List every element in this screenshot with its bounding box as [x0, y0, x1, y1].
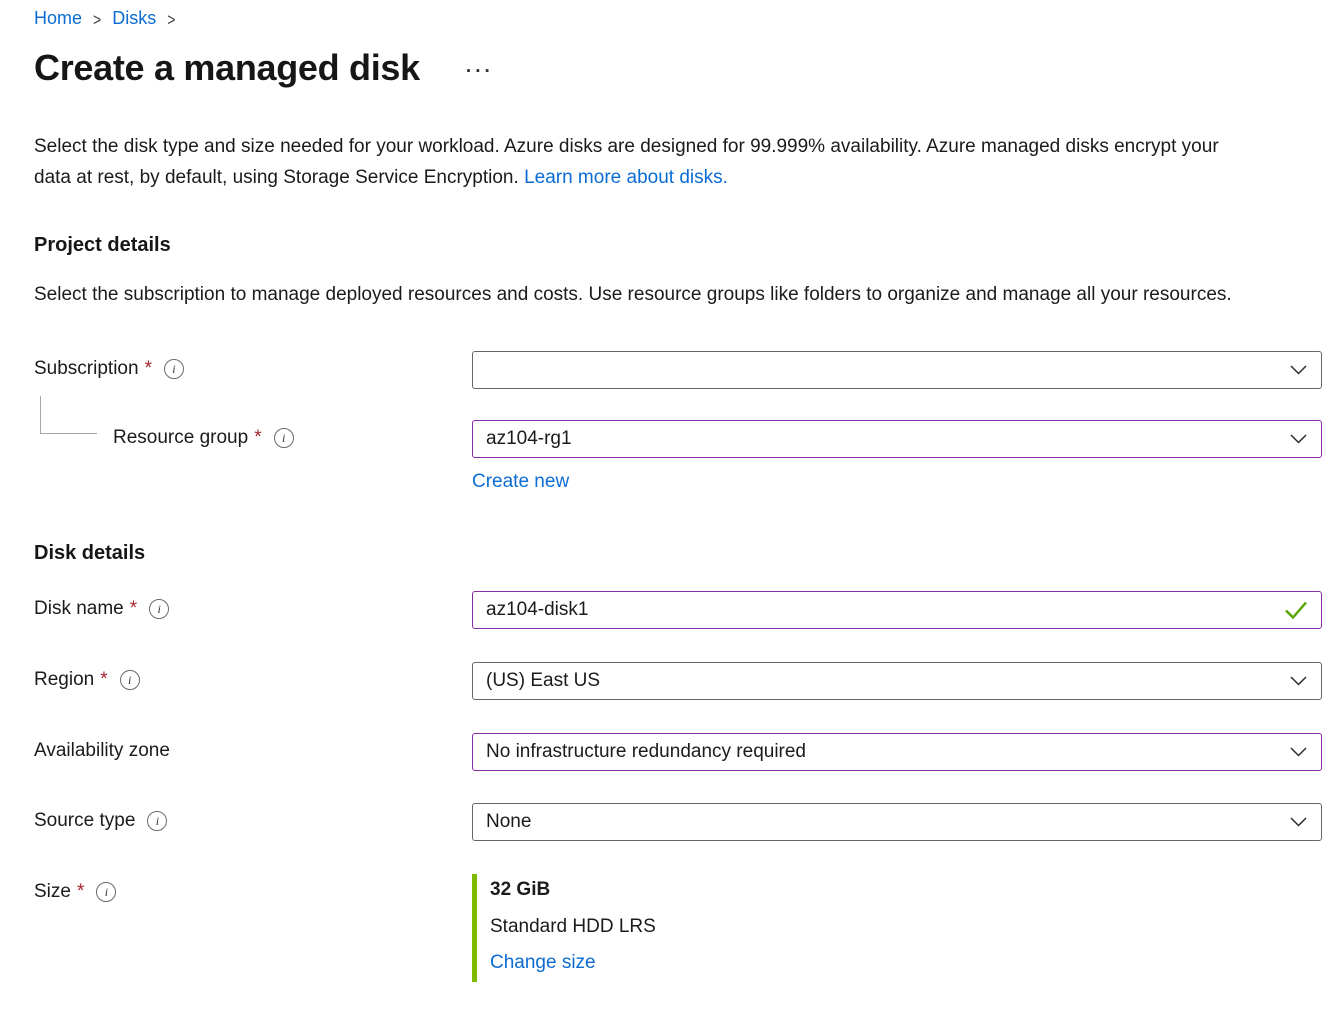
- disk-name-input-value: az104-disk1: [486, 599, 588, 621]
- page-description: Select the disk type and size needed for…: [34, 131, 1249, 193]
- chevron-down-icon: [1290, 365, 1307, 375]
- project-details-heading: Project details: [34, 234, 1322, 257]
- size-summary: 32 GiB Standard HDD LRS Change size: [472, 874, 1322, 982]
- resource-group-dropdown-value: az104-rg1: [486, 428, 572, 450]
- breadcrumb-link-home[interactable]: Home: [34, 8, 82, 29]
- resource-group-connector-line: [40, 396, 97, 434]
- info-icon[interactable]: i: [147, 811, 167, 831]
- resource-group-row: Resource group * i az104-rg1: [34, 420, 1322, 458]
- chevron-down-icon: [1290, 434, 1307, 444]
- region-field-cell: (US) East US: [472, 662, 1322, 700]
- title-row: Create a managed disk ···: [34, 47, 1322, 89]
- required-asterisk: *: [77, 881, 84, 903]
- required-asterisk: *: [100, 669, 107, 691]
- info-icon[interactable]: i: [274, 428, 294, 448]
- create-managed-disk-page: Home > Disks > Create a managed disk ···…: [0, 0, 1338, 992]
- page-title: Create a managed disk: [34, 47, 420, 89]
- source-type-row: Source type i None: [34, 803, 1322, 841]
- size-row: Size * i 32 GiB Standard HDD LRS Change …: [34, 874, 1322, 982]
- region-label-text: Region: [34, 669, 94, 691]
- info-icon[interactable]: i: [149, 599, 169, 619]
- breadcrumb-separator-icon: >: [167, 9, 175, 29]
- subscription-label-text: Subscription: [34, 358, 139, 380]
- availability-zone-dropdown-value: No infrastructure redundancy required: [486, 741, 806, 763]
- disk-name-input[interactable]: az104-disk1: [472, 591, 1322, 629]
- source-type-label-text: Source type: [34, 810, 135, 832]
- region-row: Region * i (US) East US: [34, 662, 1322, 700]
- source-type-dropdown[interactable]: None: [472, 803, 1322, 841]
- create-new-link[interactable]: Create new: [472, 471, 569, 493]
- region-dropdown-value: (US) East US: [486, 670, 600, 692]
- disk-details-heading: Disk details: [34, 542, 1322, 565]
- resource-group-label: Resource group * i: [34, 420, 472, 449]
- availability-zone-label: Availability zone: [34, 733, 472, 762]
- region-label: Region * i: [34, 662, 472, 691]
- size-value: 32 GiB: [490, 877, 1322, 903]
- source-type-label: Source type i: [34, 803, 472, 832]
- subscription-field-cell: [472, 351, 1322, 389]
- size-label-text: Size: [34, 881, 71, 903]
- resource-group-field-cell: az104-rg1: [472, 420, 1322, 458]
- disk-name-label-text: Disk name: [34, 598, 124, 620]
- subscription-dropdown[interactable]: [472, 351, 1322, 389]
- subscription-row: Subscription * i: [34, 351, 1322, 389]
- breadcrumb: Home > Disks >: [34, 6, 1322, 29]
- required-asterisk: *: [254, 427, 261, 449]
- resource-group-label-text: Resource group: [113, 427, 248, 449]
- required-asterisk: *: [130, 598, 137, 620]
- availability-zone-dropdown[interactable]: No infrastructure redundancy required: [472, 733, 1322, 771]
- region-dropdown[interactable]: (US) East US: [472, 662, 1322, 700]
- info-icon[interactable]: i: [120, 670, 140, 690]
- create-new-row: Create new: [34, 471, 1322, 493]
- breadcrumb-link-disks[interactable]: Disks: [112, 8, 156, 29]
- disk-name-field-cell: az104-disk1: [472, 591, 1322, 629]
- info-icon[interactable]: i: [96, 882, 116, 902]
- disk-name-label: Disk name * i: [34, 591, 472, 620]
- required-asterisk: *: [145, 358, 152, 380]
- info-icon[interactable]: i: [164, 359, 184, 379]
- valid-check-icon: [1284, 601, 1308, 620]
- source-type-field-cell: None: [472, 803, 1322, 841]
- more-menu-ellipsis-icon[interactable]: ···: [466, 61, 494, 83]
- availability-zone-row: Availability zone No infrastructure redu…: [34, 733, 1322, 771]
- breadcrumb-separator-icon: >: [93, 9, 101, 29]
- learn-more-link[interactable]: Learn more about disks.: [524, 167, 728, 188]
- availability-zone-label-text: Availability zone: [34, 740, 170, 762]
- change-size-link[interactable]: Change size: [490, 952, 596, 973]
- size-field-cell: 32 GiB Standard HDD LRS Change size: [472, 874, 1322, 982]
- chevron-down-icon: [1290, 817, 1307, 827]
- project-details-description: Select the subscription to manage deploy…: [34, 279, 1249, 310]
- availability-zone-field-cell: No infrastructure redundancy required: [472, 733, 1322, 771]
- size-label: Size * i: [34, 874, 472, 903]
- chevron-down-icon: [1290, 676, 1307, 686]
- source-type-dropdown-value: None: [486, 811, 531, 833]
- chevron-down-icon: [1290, 747, 1307, 757]
- resource-group-dropdown[interactable]: az104-rg1: [472, 420, 1322, 458]
- disk-name-row: Disk name * i az104-disk1: [34, 591, 1322, 629]
- create-disk-form: Subscription * i Resource group * i: [34, 351, 1322, 982]
- subscription-label: Subscription * i: [34, 351, 472, 380]
- size-sku: Standard HDD LRS: [490, 914, 1322, 940]
